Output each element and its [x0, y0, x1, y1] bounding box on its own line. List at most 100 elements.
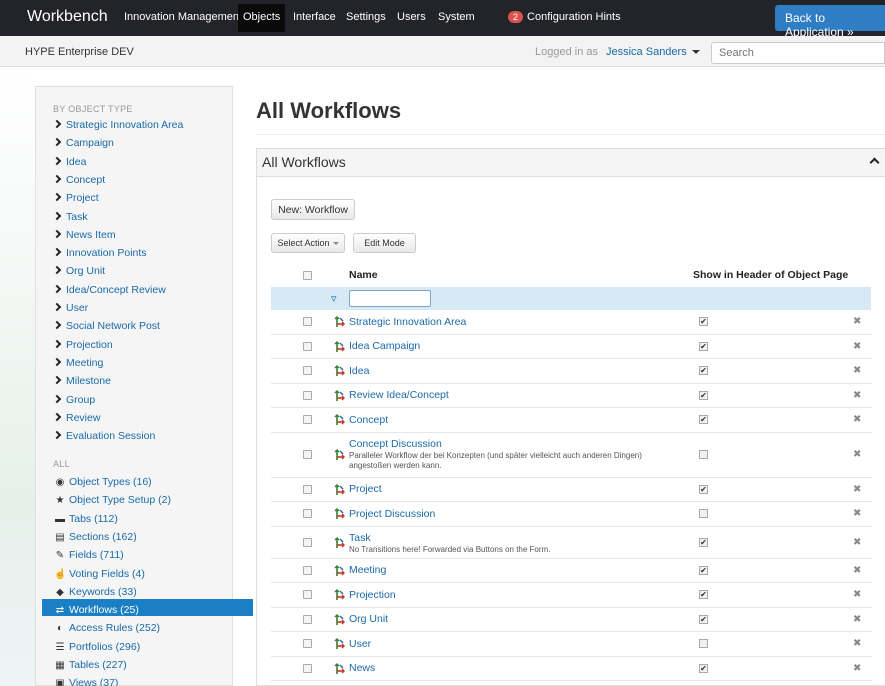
row-select-checkbox[interactable]	[303, 366, 312, 376]
by-object-type-heading: BY OBJECT TYPE	[53, 104, 133, 114]
select-action-dropdown[interactable]: Select Action	[271, 233, 345, 253]
column-header-name[interactable]: Name	[349, 269, 378, 281]
row-select-checkbox[interactable]	[303, 639, 312, 649]
delete-icon[interactable]: ✖	[853, 449, 861, 460]
sidebar-item-projection[interactable]: Projection	[52, 339, 113, 351]
chevron-right-icon	[52, 174, 62, 184]
workflow-name-link[interactable]: Meeting	[349, 564, 386, 576]
workflow-name-link[interactable]: Projection	[349, 589, 396, 601]
show-in-header-unchecked	[699, 639, 708, 649]
row-select-checkbox[interactable]	[303, 415, 312, 425]
nav-system[interactable]: System	[438, 11, 475, 23]
workflow-name-link[interactable]: Review Idea/Concept	[349, 389, 449, 401]
nav-innovation-management[interactable]: Innovation Management	[124, 11, 242, 23]
nav-users[interactable]: Users	[397, 11, 426, 23]
show-in-header-checked: ✔	[699, 317, 708, 327]
column-header-show-in-header[interactable]: Show in Header of Object Page	[693, 269, 848, 281]
workflow-name-link[interactable]: Strategic Innovation Area	[349, 316, 466, 328]
workflow-name-link[interactable]: Org Unit	[349, 613, 388, 625]
sidebar-item-strategic-innovation-area[interactable]: Strategic Innovation Area	[52, 119, 183, 131]
workflow-name-link[interactable]: Project Discussion	[349, 508, 435, 520]
delete-icon[interactable]: ✖	[853, 484, 861, 495]
sidebar-item-concept[interactable]: Concept	[52, 174, 105, 186]
sidebar-item-social-network-post[interactable]: Social Network Post	[52, 320, 160, 332]
new-workflow-button[interactable]: New: Workflow	[271, 199, 355, 220]
delete-icon[interactable]: ✖	[853, 365, 861, 376]
delete-icon[interactable]: ✖	[853, 565, 861, 576]
delete-icon[interactable]: ✖	[853, 316, 861, 327]
workflow-name-link[interactable]: Project	[349, 483, 382, 495]
sidebar-item-user[interactable]: User	[52, 302, 89, 314]
nav-objects[interactable]: Objects	[238, 4, 286, 32]
workflow-name-link[interactable]: Idea	[349, 365, 369, 377]
workflow-name-link[interactable]: News	[349, 662, 375, 674]
name-filter-input[interactable]	[349, 290, 431, 307]
delete-icon[interactable]: ✖	[853, 414, 861, 425]
workflow-name-link[interactable]: Concept	[349, 414, 388, 426]
sidebar-item-evaluation-session[interactable]: Evaluation Session	[52, 430, 155, 442]
nav-settings[interactable]: Settings	[346, 11, 386, 23]
workflow-name-link[interactable]: User	[349, 638, 371, 650]
sidebar-item-label: User	[66, 302, 89, 314]
sidebar-item-object-types[interactable]: ◉ Object Types (16)	[54, 476, 152, 488]
sidebar-item-tabs[interactable]: ▬ Tabs (112)	[54, 513, 118, 525]
row-select-checkbox[interactable]	[303, 614, 312, 624]
delete-icon[interactable]: ✖	[853, 663, 861, 674]
sidebar-item-project[interactable]: Project	[52, 192, 99, 204]
chevron-right-icon	[52, 339, 62, 348]
sidebar-item-tables[interactable]: ▦ Tables (227)	[54, 659, 127, 671]
workflow-name-link[interactable]: Concept Discussion	[349, 438, 442, 450]
row-select-checkbox[interactable]	[303, 390, 312, 400]
sidebar-item-portfolios[interactable]: ☰ Portfolios (296)	[54, 641, 141, 653]
sidebar-item-voting-fields[interactable]: ☝ Voting Fields (4)	[54, 568, 145, 580]
sidebar-item-sections[interactable]: ▤ Sections (162)	[54, 531, 136, 543]
sidebar-item-keywords[interactable]: ◆ Keywords (33)	[54, 586, 137, 598]
row-select-checkbox[interactable]	[303, 537, 312, 547]
delete-icon[interactable]: ✖	[853, 508, 861, 519]
brand-logo[interactable]: Workbench	[27, 8, 108, 26]
sidebar-item-workflows[interactable]: ⇄ Workflows (25)	[54, 604, 139, 616]
sidebar-item-review[interactable]: Review	[52, 412, 100, 424]
edit-mode-button[interactable]: Edit Mode	[353, 233, 416, 253]
row-select-checkbox[interactable]	[303, 565, 312, 575]
nav-interface[interactable]: Interface	[293, 11, 336, 23]
sidebar-item-views[interactable]: ▣ Views (37)	[54, 677, 118, 686]
row-select-checkbox[interactable]	[303, 484, 312, 494]
workflow-name-link[interactable]: Task	[349, 532, 371, 544]
row-select-checkbox[interactable]	[303, 341, 312, 351]
row-select-checkbox[interactable]	[303, 317, 312, 327]
sidebar-item-fields[interactable]: ✎ Fields (711)	[54, 549, 124, 561]
sidebar-item-org-unit[interactable]: Org Unit	[52, 265, 105, 277]
panel-header[interactable]: All Workflows	[257, 149, 885, 177]
sidebar-item-milestone[interactable]: Milestone	[52, 375, 111, 387]
row-select-checkbox[interactable]	[303, 663, 312, 673]
sidebar-item-task[interactable]: Task	[52, 211, 88, 223]
sidebar-item-innovation-points[interactable]: Innovation Points	[52, 247, 147, 259]
sidebar-item-object-type-setup[interactable]: ★ Object Type Setup (2)	[54, 494, 171, 506]
sidebar-item-news-item[interactable]: News Item	[52, 229, 116, 241]
search-input[interactable]	[711, 42, 885, 64]
back-to-application-button[interactable]: Back to Application »	[775, 5, 885, 39]
nav-configuration-hints[interactable]: 2 Configuration Hints	[508, 11, 621, 23]
select-all-checkbox[interactable]	[303, 271, 312, 280]
sidebar-item-idea[interactable]: Idea	[52, 156, 86, 168]
sidebar-item-idea-concept-review[interactable]: Idea/Concept Review	[52, 284, 166, 296]
user-menu[interactable]: Jessica Sanders	[606, 46, 700, 58]
delete-icon[interactable]: ✖	[853, 614, 861, 625]
sidebar-item-access-rules[interactable]: ◐ Access Rules (252)	[54, 622, 160, 634]
delete-icon[interactable]: ✖	[853, 390, 861, 401]
row-select-checkbox[interactable]	[303, 450, 312, 459]
row-select-checkbox[interactable]	[303, 509, 312, 519]
sidebar-item-meeting[interactable]: Meeting	[52, 357, 103, 369]
delete-icon[interactable]: ✖	[853, 537, 861, 548]
sidebar-item-campaign[interactable]: Campaign	[52, 137, 114, 149]
workflow-name-link[interactable]: Idea Campaign	[349, 340, 420, 352]
delete-icon[interactable]: ✖	[853, 638, 861, 649]
delete-icon[interactable]: ✖	[853, 589, 861, 600]
chevron-right-icon	[52, 302, 62, 312]
row-select-checkbox[interactable]	[303, 590, 312, 600]
chevron-up-icon[interactable]	[869, 157, 880, 168]
filter-icon[interactable]: ▿	[331, 292, 337, 305]
delete-icon[interactable]: ✖	[853, 341, 861, 352]
sidebar-item-group[interactable]: Group	[52, 394, 95, 406]
